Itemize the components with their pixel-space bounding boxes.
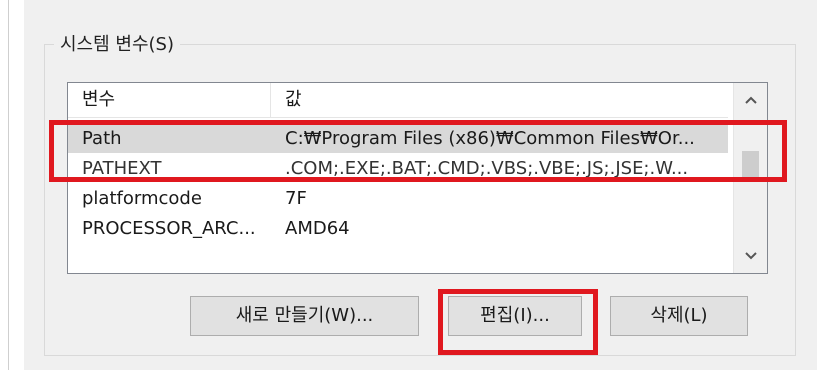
row-value: AMD64 [285,217,350,239]
chevron-down-icon[interactable] [734,241,767,271]
table-row-platformcode[interactable]: platformcode 7F [68,183,728,213]
table-row-processor-architecture[interactable]: PROCESSOR_ARC... AMD64 [68,213,728,243]
list-overflow-gap [68,243,728,251]
column-header-value[interactable]: 값 [271,83,302,117]
left-divider [8,0,9,370]
row-name: platformcode [82,187,202,209]
left-edge [0,0,6,370]
group-title: 시스템 변수(S) [54,34,180,56]
new-button[interactable]: 새로 만들기(W)... [190,296,419,336]
path-row-highlight [49,120,787,182]
chevron-up-icon[interactable] [734,85,767,115]
column-header-name[interactable]: 변수 [68,83,271,117]
edit-button-highlight [438,289,598,355]
list-header: 변수 값 [68,83,728,118]
row-name: PROCESSOR_ARC... [82,217,256,239]
row-value: 7F [285,187,307,209]
delete-button[interactable]: 삭제(L) [610,296,748,336]
